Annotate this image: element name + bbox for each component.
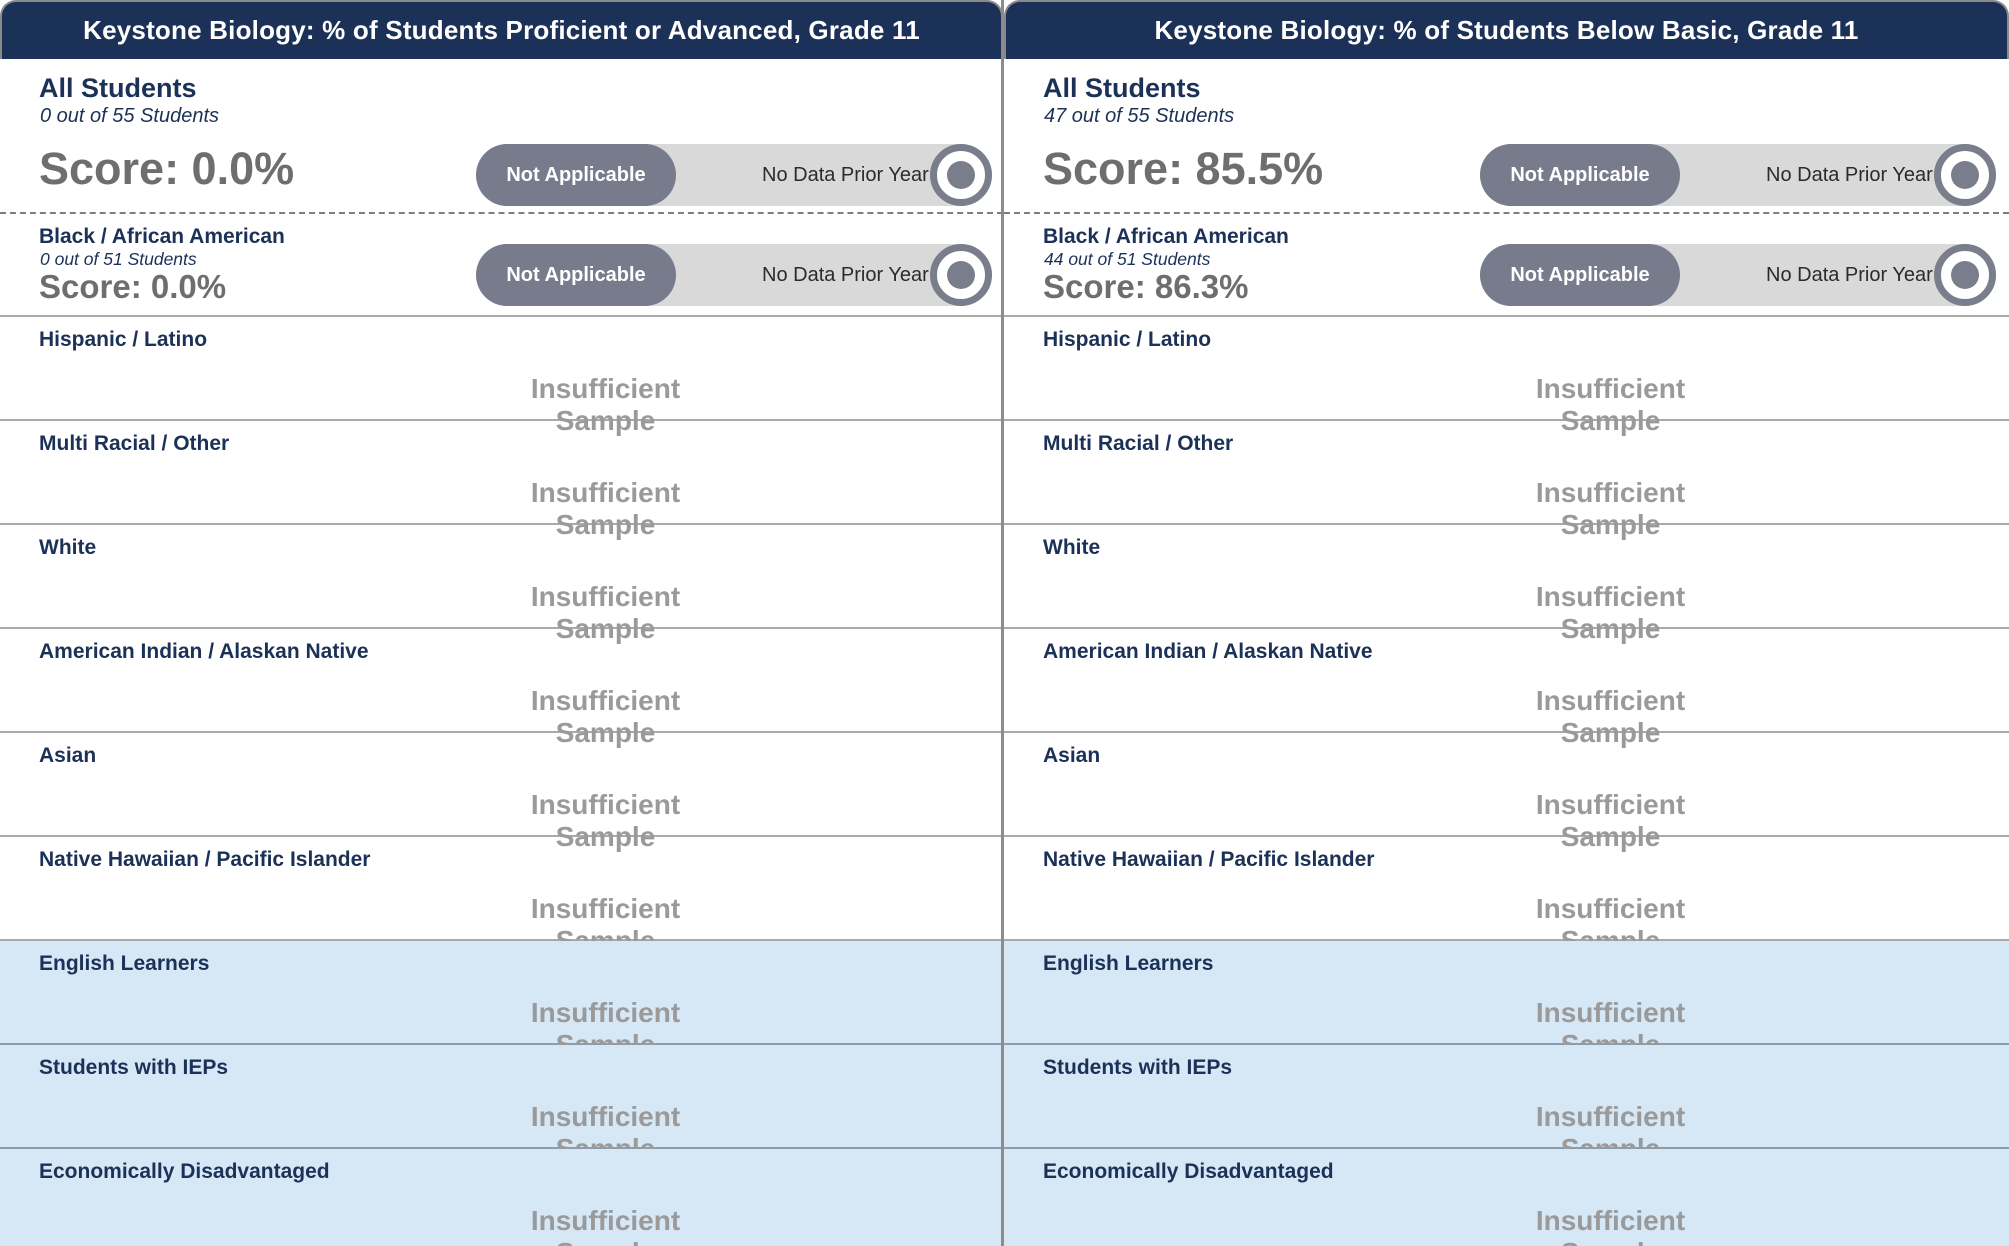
group-label: Students with IEPs (1043, 1056, 1233, 1079)
group-label: Asian (1043, 744, 1101, 767)
proficient-panel: Keystone Biology: % of Students Proficie… (0, 0, 1003, 1246)
status-indicator: Not Applicable No Data Prior Year (476, 244, 992, 306)
student-count: 47 out of 55 Students (1044, 105, 1235, 127)
group-row-hispanic: Hispanic / Latino Insufficient Sample (0, 317, 1003, 436)
ring-icon (930, 244, 992, 306)
group-row-multi-racial: Multi Racial / Other Insufficient Sample (0, 421, 1003, 540)
panel-title: Keystone Biology: % of Students Below Ba… (1004, 0, 2009, 59)
student-count: 44 out of 51 Students (1044, 249, 1211, 269)
group-label: American Indian / Alaskan Native (1043, 640, 1373, 663)
below-basic-panel: Keystone Biology: % of Students Below Ba… (1004, 0, 2009, 1246)
group-label: American Indian / Alaskan Native (39, 640, 369, 663)
group-label: Multi Racial / Other (1043, 432, 1234, 455)
group-label: All Students (1043, 73, 1201, 103)
student-count: 0 out of 55 Students (40, 105, 220, 127)
student-count: 0 out of 51 Students (40, 249, 197, 269)
status-badge: Not Applicable (1480, 244, 1680, 306)
group-row-hispanic: Hispanic / Latino Insufficient Sample (1004, 317, 2009, 436)
score-value: Score: 0.0% (39, 268, 227, 305)
group-row-native-hawaiian: Native Hawaiian / Pacific Islander Insuf… (0, 837, 1003, 956)
ring-icon (1934, 144, 1996, 206)
group-label: Asian (39, 744, 97, 767)
group-label: White (1043, 536, 1101, 559)
ring-icon (1934, 244, 1996, 306)
group-label: English Learners (39, 952, 210, 975)
group-row-english-learners: English Learners Insufficient Sample (1004, 941, 2009, 1060)
group-label: Black / African American (39, 225, 285, 248)
prior-year-text: No Data Prior Year (1766, 263, 1933, 286)
group-row-students-with-ieps: Students with IEPs Insufficient Sample (1004, 1045, 2009, 1164)
status-badge: Not Applicable (1480, 144, 1680, 206)
status-badge: Not Applicable (476, 144, 676, 206)
group-label: English Learners (1043, 952, 1214, 975)
group-label: Hispanic / Latino (39, 328, 208, 351)
group-label: Students with IEPs (39, 1056, 229, 1079)
status-indicator: Not Applicable No Data Prior Year (1480, 244, 1996, 306)
group-row-students-with-ieps: Students with IEPs Insufficient Sample (0, 1045, 1003, 1164)
ring-icon (930, 144, 992, 206)
insufficient-sample-text: Insufficient Sample (1535, 1205, 1686, 1246)
group-label: Native Hawaiian / Pacific Islander (1043, 848, 1375, 871)
group-label: Economically Disadvantaged (1043, 1160, 1334, 1183)
group-row-american-indian: American Indian / Alaskan Native Insuffi… (0, 629, 1003, 748)
group-row-multi-racial: Multi Racial / Other Insufficient Sample (1004, 421, 2009, 540)
insufficient-sample-text: Insufficient Sample (530, 1205, 681, 1246)
group-label: White (39, 536, 97, 559)
score-value: Score: 0.0% (39, 143, 295, 194)
group-row-asian: Asian Insufficient Sample (0, 733, 1003, 852)
prior-year-text: No Data Prior Year (1766, 163, 1933, 186)
group-row-economically-disadvantaged: Economically Disadvantaged Insufficient … (0, 1149, 1003, 1246)
black-african-american-row: Black / African American 44 out of 51 St… (1004, 214, 2009, 317)
score-value: Score: 85.5% (1043, 143, 1324, 194)
group-label: All Students (39, 73, 197, 103)
group-row-asian: Asian Insufficient Sample (1004, 733, 2009, 852)
panel-title: Keystone Biology: % of Students Proficie… (0, 0, 1003, 59)
status-indicator: Not Applicable No Data Prior Year (1480, 144, 1996, 206)
group-label: Native Hawaiian / Pacific Islander (39, 848, 371, 871)
group-row-white: White Insufficient Sample (0, 525, 1003, 644)
group-row-english-learners: English Learners Insufficient Sample (0, 941, 1003, 1060)
group-label: Multi Racial / Other (39, 432, 230, 455)
prior-year-text: No Data Prior Year (762, 163, 929, 186)
group-label: Hispanic / Latino (1043, 328, 1212, 351)
all-students-row: All Students 47 out of 55 Students Score… (1004, 59, 2009, 214)
group-label: Black / African American (1043, 225, 1289, 248)
status-indicator: Not Applicable No Data Prior Year (476, 144, 992, 206)
all-students-row: All Students 0 out of 55 Students Score:… (0, 59, 1003, 214)
group-label: Economically Disadvantaged (39, 1160, 330, 1183)
prior-year-text: No Data Prior Year (762, 263, 929, 286)
group-row-native-hawaiian: Native Hawaiian / Pacific Islander Insuf… (1004, 837, 2009, 956)
group-row-white: White Insufficient Sample (1004, 525, 2009, 644)
status-badge: Not Applicable (476, 244, 676, 306)
score-value: Score: 86.3% (1043, 268, 1249, 305)
group-row-economically-disadvantaged: Economically Disadvantaged Insufficient … (1004, 1149, 2009, 1246)
black-african-american-row: Black / African American 0 out of 51 Stu… (0, 214, 1003, 317)
group-row-american-indian: American Indian / Alaskan Native Insuffi… (1004, 629, 2009, 748)
